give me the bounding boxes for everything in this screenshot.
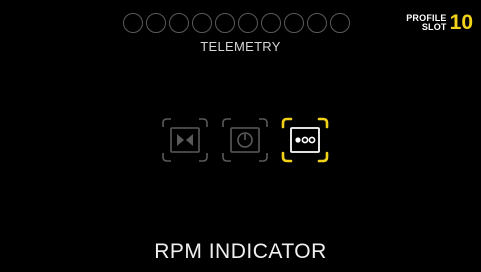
profile-slot-indicator	[123, 13, 350, 33]
option-timer[interactable]	[220, 116, 270, 164]
shift-lights-icon	[162, 118, 208, 162]
timer-icon	[222, 118, 268, 162]
option-rpm-indicator[interactable]	[280, 116, 330, 164]
slot-dot	[169, 13, 189, 33]
slot-dot	[238, 13, 258, 33]
telemetry-option-selector	[160, 116, 330, 164]
slot-dot	[192, 13, 212, 33]
selected-option-label: RPM INDICATOR	[154, 240, 327, 263]
profile-slot-label-line2: SLOT	[421, 22, 447, 32]
screen-title: TELEMETRY	[200, 39, 281, 54]
rpm-dots-icon	[281, 117, 329, 163]
profile-slot-number: 10	[449, 11, 473, 34]
option-shift-lights[interactable]	[160, 116, 210, 164]
profile-slot-label: PROFILE SLOT	[406, 14, 446, 32]
telemetry-screen: TELEMETRY PROFILE SLOT 10 RPM INDICATOR	[0, 0, 481, 272]
slot-dot	[261, 13, 281, 33]
slot-dot	[330, 13, 350, 33]
slot-dot	[123, 13, 143, 33]
slot-dot	[215, 13, 235, 33]
slot-dot	[146, 13, 166, 33]
slot-dot	[284, 13, 304, 33]
slot-dot	[307, 13, 327, 33]
profile-slot-badge: PROFILE SLOT 10	[406, 11, 473, 34]
